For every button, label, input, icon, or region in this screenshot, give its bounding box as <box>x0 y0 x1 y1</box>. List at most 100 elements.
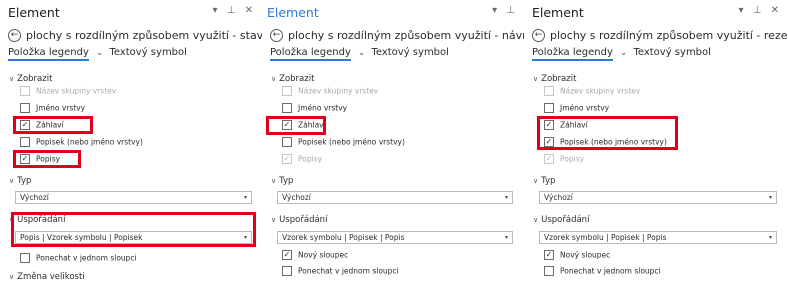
layer-row: ← plochy s rozdílným způsobem využití - n… <box>270 25 524 42</box>
checkbox-label: Jméno vrstvy <box>298 103 348 113</box>
checkbox-single-column[interactable]: Ponechat v jednom sloupci <box>544 266 661 278</box>
checkbox-label: Záhlaví <box>560 120 588 130</box>
pane-title: Element <box>267 5 319 20</box>
section-show[interactable]: ∨ Zobrazit <box>533 74 576 84</box>
section-show[interactable]: ∨ Zobrazit <box>9 74 52 84</box>
checkbox-label: Ponechat v jednom sloupci <box>36 253 137 263</box>
checkbox-descriptions[interactable]: ✓ Popisy <box>544 154 584 166</box>
dropdown-value: Výchozí <box>544 193 573 202</box>
checkbox-new-column[interactable]: ✓ Nový sloupec <box>282 250 348 262</box>
arrangement-dropdown[interactable]: Vzorek symbolu | Popisek | Popis ▾ <box>277 231 513 244</box>
layer-row: ← plochy s rozdílným způsobem využití - s… <box>8 25 262 42</box>
tab-text-symbol[interactable]: Textový symbol <box>371 47 448 58</box>
checkbox-label: Popisy <box>36 154 61 164</box>
arrangement-dropdown[interactable]: Vzorek symbolu | Popisek | Popis ▾ <box>539 231 777 244</box>
chevron-down-icon[interactable]: ⌄ <box>620 48 628 58</box>
checkbox-descriptions[interactable]: ✓ Popisy <box>20 154 60 166</box>
checkbox-label: Popisek (nebo jméno vrstvy) <box>36 137 143 147</box>
checkbox-group-layer-name[interactable]: Název skupiny vrstev <box>20 86 116 98</box>
section-type[interactable]: ∨ Typ <box>533 176 555 186</box>
chevron-down-icon: ∨ <box>271 177 277 185</box>
checkbox-layer-name[interactable]: Jméno vrstvy <box>544 103 609 115</box>
caret-down-icon: ▾ <box>768 234 772 241</box>
section-resize[interactable]: ∨ Změna velikosti <box>9 272 85 282</box>
section-type[interactable]: ∨ Typ <box>9 176 31 186</box>
chevron-down-icon: ∨ <box>9 177 15 185</box>
checkbox-label: Ponechat v jednom sloupci <box>298 266 399 276</box>
tab-legend-item[interactable]: Položka legendy <box>8 47 89 61</box>
checkbox-label-or-layer[interactable]: Popisek (nebo jméno vrstvy) <box>20 137 143 149</box>
layer-name: plochy s rozdílným způsobem využití - re… <box>550 29 788 42</box>
checkbox-box <box>282 266 292 276</box>
checkmark-icon: ✓ <box>282 120 292 130</box>
checkbox-layer-name[interactable]: Jméno vrstvy <box>282 103 347 115</box>
checkbox-box <box>20 86 30 96</box>
chevron-down-icon[interactable]: ⌄ <box>358 48 366 58</box>
tab-legend-item[interactable]: Položka legendy <box>270 47 351 61</box>
checkbox-box <box>282 86 292 96</box>
checkbox-box <box>20 103 30 113</box>
tab-text-symbol[interactable]: Textový symbol <box>109 47 186 58</box>
caret-down-icon: ▾ <box>243 234 247 241</box>
caret-down-icon: ▾ <box>504 194 508 201</box>
layer-name: plochy s rozdílným způsobem využití - st… <box>26 29 262 42</box>
pane-header: Element ▾ ⊥ ✕ <box>0 5 262 21</box>
pane-header-icons[interactable]: ▾ ⊥ ✕ <box>739 5 782 16</box>
checkbox-label: Název skupiny vrstev <box>298 86 379 96</box>
checkbox-single-column[interactable]: Ponechat v jednom sloupci <box>20 253 137 265</box>
tab-strip: Položka legendy ⌄ Textový symbol <box>8 47 187 63</box>
back-arrow-icon[interactable]: ← <box>532 29 545 42</box>
pane-title: Element <box>8 5 60 20</box>
checkbox-layer-name[interactable]: Jméno vrstvy <box>20 103 85 115</box>
layer-row: ← plochy s rozdílným způsobem využití - r… <box>532 25 788 42</box>
checkbox-group-layer-name[interactable]: Název skupiny vrstev <box>282 86 378 98</box>
chevron-down-icon: ∨ <box>9 216 15 224</box>
dropdown-value: Vzorek symbolu | Popisek | Popis <box>282 233 405 242</box>
section-arrangement[interactable]: ∨ Uspořádání <box>9 215 65 225</box>
checkbox-descriptions[interactable]: ✓ Popisy <box>282 154 322 166</box>
back-arrow-icon[interactable]: ← <box>270 29 283 42</box>
checkbox-label: Záhlaví <box>36 120 64 130</box>
pane-header-icons[interactable]: ▾ ⊥ ✕ <box>213 5 256 16</box>
section-arrangement[interactable]: ∨ Uspořádání <box>533 215 589 225</box>
section-type[interactable]: ∨ Typ <box>271 176 293 186</box>
element-pane-stav: Element ▾ ⊥ ✕ ← plochy s rozdílným způsob… <box>0 0 262 283</box>
tab-strip: Položka legendy ⌄ Textový symbol <box>532 47 711 63</box>
section-heading: Změna velikosti <box>17 272 85 282</box>
section-heading: Typ <box>279 176 294 186</box>
section-heading: Uspořádání <box>541 215 590 225</box>
checkbox-box <box>282 137 292 147</box>
checkbox-label: Název skupiny vrstev <box>560 86 641 96</box>
section-heading: Zobrazit <box>541 74 577 84</box>
type-dropdown[interactable]: Výchozí ▾ <box>539 191 777 204</box>
checkmark-icon: ✓ <box>20 120 30 130</box>
pane-header-icons[interactable]: ▾ ⊥ <box>492 5 518 16</box>
tab-text-symbol[interactable]: Textový symbol <box>633 47 710 58</box>
type-dropdown[interactable]: Výchozí ▾ <box>15 191 252 204</box>
chevron-down-icon: ∨ <box>533 177 539 185</box>
checkbox-header[interactable]: ✓ Záhlaví <box>20 120 64 132</box>
section-arrangement[interactable]: ∨ Uspořádání <box>271 215 327 225</box>
checkbox-label-or-layer[interactable]: Popisek (nebo jméno vrstvy) <box>282 137 405 149</box>
chevron-down-icon: ∨ <box>533 75 539 83</box>
section-show[interactable]: ∨ Zobrazit <box>271 74 314 84</box>
checkbox-single-column[interactable]: Ponechat v jednom sloupci <box>282 266 399 278</box>
checkbox-header[interactable]: ✓ Záhlaví <box>544 120 588 132</box>
tab-legend-item[interactable]: Položka legendy <box>532 47 613 61</box>
section-heading: Uspořádání <box>279 215 328 225</box>
checkbox-label-or-layer[interactable]: ✓ Popisek (nebo jméno vrstvy) <box>544 137 667 149</box>
dropdown-value: Výchozí <box>282 193 311 202</box>
checkbox-header[interactable]: ✓ Záhlaví <box>282 120 326 132</box>
arrangement-dropdown[interactable]: Popis | Vzorek symbolu | Popisek ▾ <box>15 231 252 244</box>
checkbox-label: Popisek (nebo jméno vrstvy) <box>560 137 667 147</box>
chevron-down-icon: ∨ <box>9 273 15 281</box>
chevron-down-icon: ∨ <box>271 75 277 83</box>
checkbox-new-column[interactable]: ✓ Nový sloupec <box>544 250 610 262</box>
back-arrow-icon[interactable]: ← <box>8 29 21 42</box>
section-heading: Zobrazit <box>17 74 53 84</box>
chevron-down-icon: ∨ <box>533 216 539 224</box>
checkbox-group-layer-name[interactable]: Název skupiny vrstev <box>544 86 640 98</box>
chevron-down-icon[interactable]: ⌄ <box>96 48 104 58</box>
type-dropdown[interactable]: Výchozí ▾ <box>277 191 513 204</box>
checkbox-label: Nový sloupec <box>298 250 349 260</box>
